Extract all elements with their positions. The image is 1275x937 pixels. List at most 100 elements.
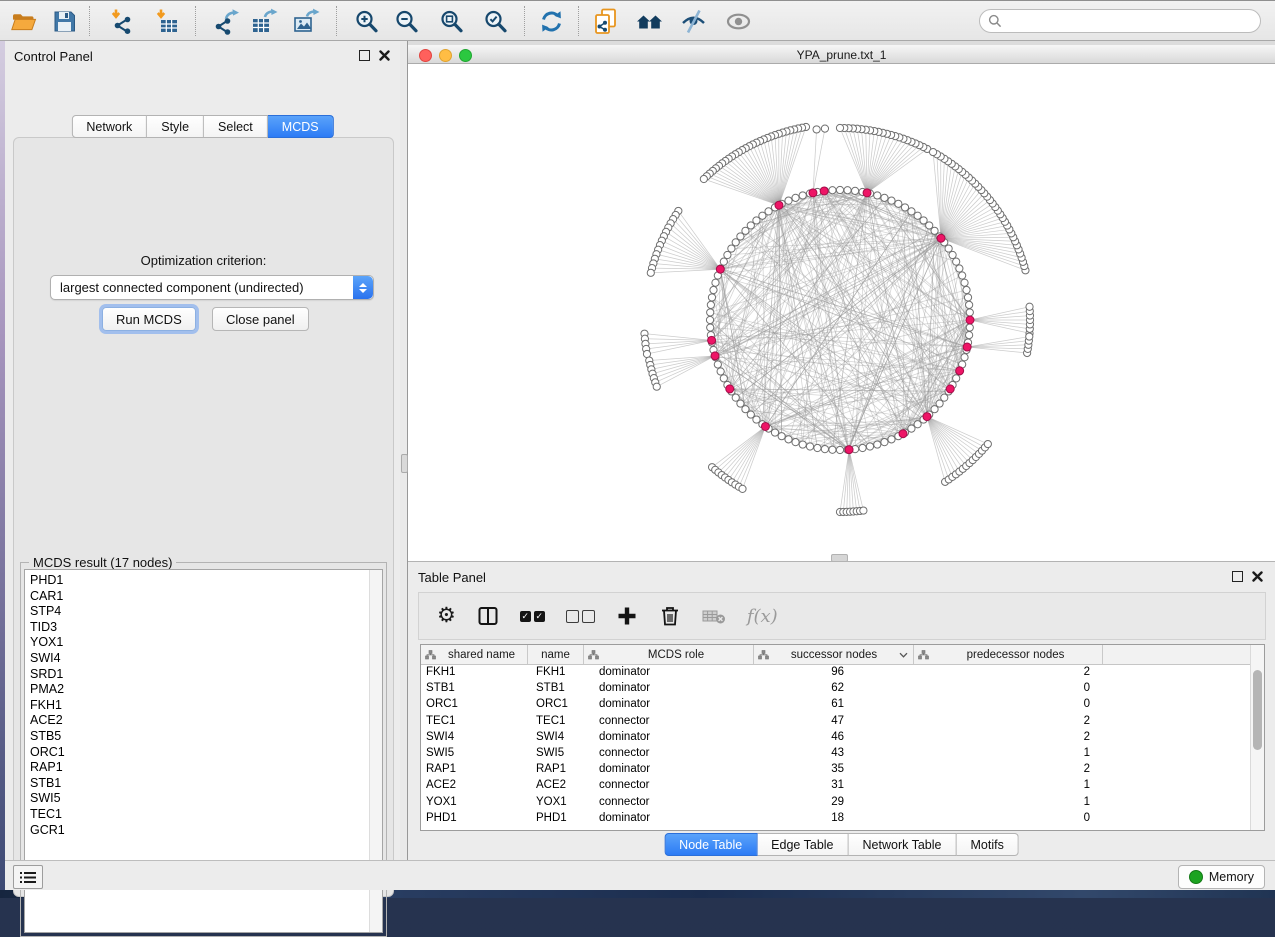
table-row[interactable]: TEC1TEC1connector472 — [421, 713, 1251, 729]
open-file-icon[interactable] — [9, 7, 37, 35]
copy-network-icon[interactable] — [592, 7, 620, 35]
table-row[interactable]: YOX1YOX1connector291 — [421, 794, 1251, 810]
network-window-titlebar[interactable]: YPA_prune.txt_1 — [408, 45, 1275, 64]
table-row[interactable]: PHD1PHD1dominator180 — [421, 810, 1251, 826]
cell-name: RAP1 — [528, 763, 584, 775]
add-column-icon[interactable] — [616, 603, 638, 629]
float-panel-icon[interactable] — [1232, 571, 1243, 582]
mcds-result-item[interactable]: TEC1 — [25, 807, 382, 823]
mcds-result-item[interactable]: PMA2 — [25, 682, 382, 698]
column-header-predecessor-nodes[interactable]: predecessor nodes — [914, 645, 1103, 664]
tab-select[interactable]: Select — [204, 115, 268, 138]
table-settings-icon[interactable]: ⚙ — [437, 603, 456, 629]
cell-shared_name: PHD1 — [421, 812, 528, 824]
criterion-dropdown[interactable]: largest connected component (undirected) — [50, 275, 374, 300]
select-all-icon[interactable]: ✓✓ — [520, 603, 545, 629]
mcds-result-item[interactable]: STB1 — [25, 776, 382, 792]
hide-selected-icon[interactable] — [679, 7, 707, 35]
import-table-icon[interactable] — [152, 7, 180, 35]
table-row[interactable]: FKH1FKH1dominator962 — [421, 664, 1251, 680]
cell-successor_nodes: 35 — [754, 763, 914, 775]
refresh-icon[interactable] — [537, 7, 565, 35]
splitter-handle[interactable] — [401, 454, 408, 473]
table-row[interactable]: ORC1ORC1dominator610 — [421, 696, 1251, 712]
cell-shared_name: SWI5 — [421, 747, 528, 759]
cell-shared_name: RAP1 — [421, 763, 528, 775]
tab-style[interactable]: Style — [147, 115, 204, 138]
delete-column-icon[interactable] — [659, 603, 681, 629]
column-header-MCDS-role[interactable]: MCDS role — [584, 645, 754, 664]
tab-mcds[interactable]: MCDS — [268, 115, 334, 138]
tab-network-table[interactable]: Network Table — [849, 833, 957, 856]
table-scrollbar[interactable] — [1250, 645, 1264, 830]
mcds-result-item[interactable]: STP4 — [25, 604, 382, 620]
mcds-result-item[interactable]: FKH1 — [25, 698, 382, 714]
table-row[interactable]: RAP1RAP1dominator352 — [421, 761, 1251, 777]
show-all-icon[interactable] — [724, 7, 752, 35]
mcds-result-item[interactable]: GCR1 — [25, 823, 382, 839]
tab-edge-table[interactable]: Edge Table — [757, 833, 848, 856]
column-header-name[interactable]: name — [528, 645, 584, 664]
cell-shared_name: FKH1 — [421, 666, 528, 678]
zoom-in-icon[interactable] — [352, 7, 380, 35]
vertical-splitter[interactable] — [400, 41, 408, 860]
mcds-result-item[interactable]: TID3 — [25, 620, 382, 636]
run-mcds-button[interactable]: Run MCDS — [102, 307, 196, 331]
close-panel-button[interactable]: Close panel — [212, 307, 309, 331]
table-panel-title: Table Panel — [418, 570, 486, 585]
cell-name: ORC1 — [528, 698, 584, 710]
cell-name: TEC1 — [528, 715, 584, 727]
zoom-selected-icon[interactable] — [481, 7, 509, 35]
mcds-result-item[interactable]: SWI4 — [25, 651, 382, 667]
cell-mcds_role: dominator — [584, 698, 754, 710]
import-network-icon[interactable] — [107, 7, 135, 35]
save-session-icon[interactable] — [50, 7, 78, 35]
table-row[interactable]: ACE2ACE2connector311 — [421, 777, 1251, 793]
mcds-result-title: MCDS result (17 nodes) — [29, 555, 176, 570]
cell-mcds_role: connector — [584, 779, 754, 791]
export-table-icon[interactable] — [250, 7, 278, 35]
tab-node-table[interactable]: Node Table — [664, 833, 757, 856]
zoom-fit-icon[interactable] — [437, 7, 465, 35]
export-image-icon[interactable] — [292, 7, 320, 35]
close-panel-icon[interactable] — [379, 50, 390, 61]
split-view-icon[interactable] — [477, 603, 499, 629]
cell-shared_name: ACE2 — [421, 779, 528, 791]
cell-name: PHD1 — [528, 812, 584, 824]
search-field[interactable] — [979, 9, 1261, 33]
close-panel-icon[interactable] — [1252, 571, 1263, 582]
mcds-result-item[interactable]: YOX1 — [25, 635, 382, 651]
table-row[interactable]: SWI4SWI4dominator462 — [421, 729, 1251, 745]
mcds-result-item[interactable]: SRD1 — [25, 667, 382, 683]
mcds-result-item[interactable]: PHD1 — [25, 573, 382, 589]
tab-network[interactable]: Network — [71, 115, 147, 138]
mcds-result-item[interactable]: SWI5 — [25, 791, 382, 807]
toolbar-separator — [195, 6, 196, 36]
deselect-all-icon[interactable] — [566, 603, 595, 629]
search-input[interactable] — [1002, 13, 1260, 29]
scrollbar-thumb[interactable] — [1253, 670, 1262, 750]
mcds-result-item[interactable]: STB5 — [25, 729, 382, 745]
cell-mcds_role: dominator — [584, 666, 754, 678]
cell-successor_nodes: 96 — [754, 666, 914, 678]
network-canvas[interactable] — [408, 64, 1275, 561]
cell-successor_nodes: 62 — [754, 682, 914, 694]
tab-motifs[interactable]: Motifs — [956, 833, 1018, 856]
mcds-result-item[interactable]: ACE2 — [25, 713, 382, 729]
table-row[interactable]: STB1STB1dominator620 — [421, 680, 1251, 696]
node-table[interactable]: shared namenameMCDS rolesuccessor nodesp… — [420, 644, 1265, 831]
table-row[interactable]: SWI5SWI5connector431 — [421, 745, 1251, 761]
first-neighbors-icon[interactable] — [635, 7, 663, 35]
mcds-tab-panel: Optimization criterion: largest connecte… — [13, 137, 394, 897]
column-header-shared-name[interactable]: shared name — [421, 645, 528, 664]
mcds-result-item[interactable]: RAP1 — [25, 760, 382, 776]
column-header-successor-nodes[interactable]: successor nodes — [754, 645, 914, 664]
mcds-result-item[interactable]: CAR1 — [25, 589, 382, 605]
float-panel-icon[interactable] — [359, 50, 370, 61]
cell-successor_nodes: 18 — [754, 812, 914, 824]
memory-button[interactable]: Memory — [1178, 865, 1265, 889]
mcds-result-item[interactable]: ORC1 — [25, 745, 382, 761]
zoom-out-icon[interactable] — [392, 7, 420, 35]
export-network-icon[interactable] — [212, 7, 240, 35]
task-history-icon[interactable] — [13, 865, 43, 889]
